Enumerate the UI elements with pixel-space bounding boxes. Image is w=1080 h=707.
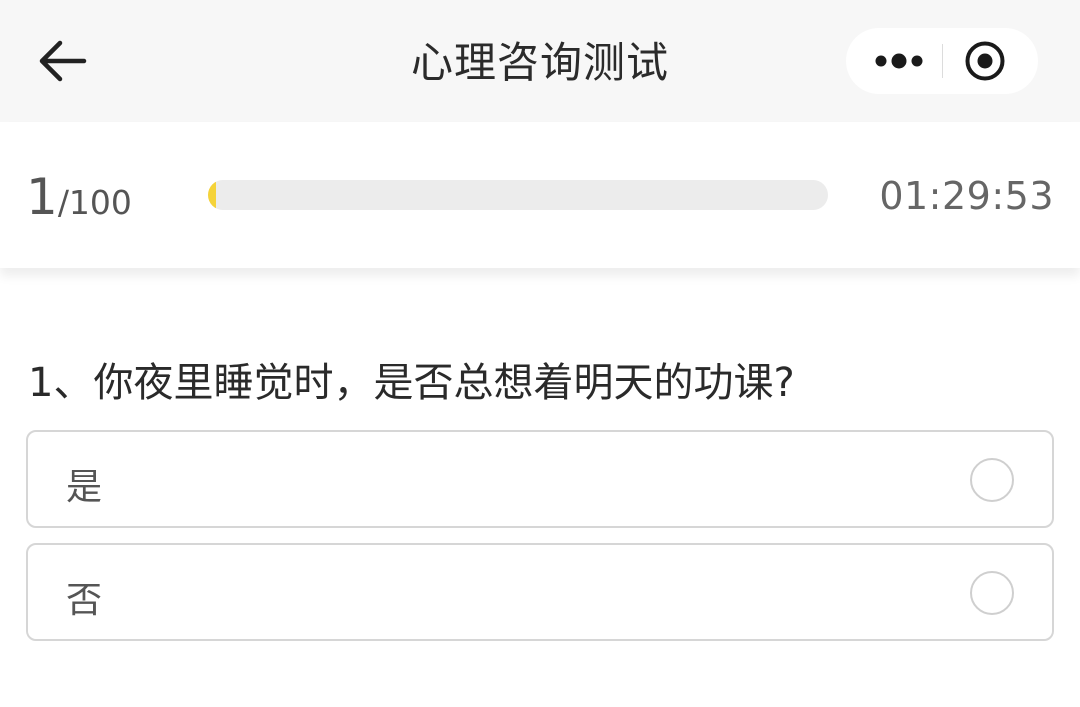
option-label: 否 <box>66 580 103 621</box>
radio-circle-icon[interactable] <box>970 571 1014 615</box>
mini-program-capsule <box>846 28 1038 94</box>
close-button[interactable] <box>943 28 1038 94</box>
current-question-number: 1 <box>26 168 58 226</box>
target-close-icon <box>965 41 1005 81</box>
option-label: 是 <box>66 467 103 508</box>
arrow-left-icon <box>39 40 87 82</box>
option-no[interactable]: 否 <box>26 543 1054 641</box>
back-button[interactable] <box>34 38 88 84</box>
more-dots-icon <box>875 53 923 69</box>
progress-fill <box>208 180 216 210</box>
top-navbar: 心理咨询测试 <box>0 0 1080 122</box>
total-questions: /100 <box>57 183 132 222</box>
option-yes[interactable]: 是 <box>26 430 1054 528</box>
more-button[interactable] <box>846 28 942 94</box>
progress-panel: 1/100 01:29:53 <box>0 122 1080 268</box>
progress-bar <box>208 180 828 210</box>
radio-circle-icon[interactable] <box>970 458 1014 502</box>
question-text: 1、你夜里睡觉时，是否总想着明天的功课? <box>28 360 795 406</box>
question-counter: 1/100 <box>26 168 132 228</box>
countdown-timer: 01:29:53 <box>879 174 1054 218</box>
